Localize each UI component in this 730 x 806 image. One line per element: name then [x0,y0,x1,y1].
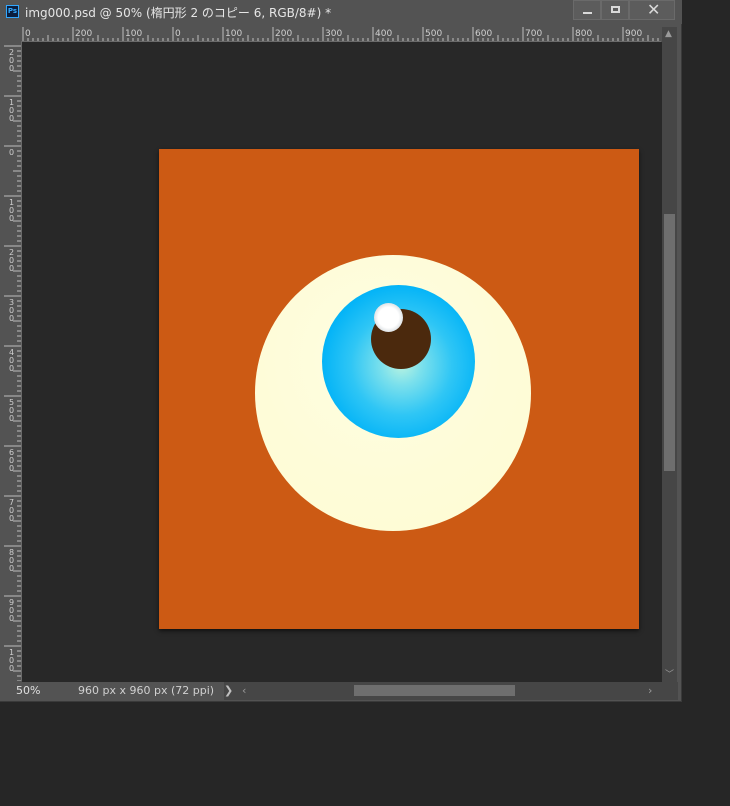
horizontal-scrollbar[interactable]: ‹ › [236,682,662,700]
vertical-scroll-thumb[interactable] [664,214,675,471]
scroll-right-icon[interactable]: › [648,682,652,700]
close-icon: ✕ [647,0,661,19]
ruler-label: 400 [375,29,392,39]
photoshop-app-icon: Ps [6,5,19,18]
close-button[interactable]: ✕ [629,0,675,20]
eye-highlight-ellipse [374,303,403,332]
document-canvas[interactable] [159,149,639,629]
ruler-label: 0 [9,114,14,123]
ruler-label: 0 [9,514,14,523]
document-window: Ps img000.psd @ 50% (楕円形 2 のコピー 6, RGB/8… [0,0,682,702]
ruler-label: 0 [9,664,14,673]
document-info[interactable]: 960 px x 960 px (72 ppi) [52,682,224,700]
scroll-down-icon[interactable]: ﹀ [665,667,674,680]
maximize-icon [611,6,620,13]
ruler-label: 500 [425,29,442,39]
status-bar: 50% 960 px x 960 px (72 ppi) ❯ ‹ › [0,682,678,700]
scroll-up-icon[interactable]: ▲ [665,29,672,39]
ruler-label: 600 [475,29,492,39]
ruler-label: 0 [9,464,14,473]
ruler-label: 0 [175,29,181,39]
ruler-label: 200 [75,29,92,39]
ruler-label: 0 [9,614,14,623]
ruler-label: 100 [125,29,142,39]
vertical-scrollbar[interactable]: ▲ ﹀ [662,27,677,682]
maximize-button[interactable] [601,0,629,20]
ruler-origin[interactable] [4,27,21,41]
scroll-left-icon[interactable]: ‹ [242,682,246,700]
ruler-label: 700 [525,29,542,39]
vertical-ruler-ticks: 2001000100200300400500600700800900100 [4,45,21,681]
horizontal-ruler[interactable]: 0 200 100 0 100 200 300 400 500 600 700 800 900 [21,27,661,42]
ruler-label: 0 [9,564,14,573]
vertical-ruler[interactable]: 2001000100200300400500600700800900100 [4,41,22,681]
ruler-label: 0 [9,214,14,223]
zoom-level-field[interactable]: 50% [0,682,52,700]
document-title: img000.psd @ 50% (楕円形 2 のコピー 6, RGB/8#) … [25,6,332,20]
minimize-button[interactable] [573,0,601,20]
horizontal-ruler-ticks: 0 200 100 0 100 200 300 400 500 600 700 800 900 [22,27,659,41]
ruler-label: 0 [9,314,14,323]
ruler-label: 100 [225,29,242,39]
ruler-label: 0 [9,414,14,423]
ruler-label: 900 [625,29,642,39]
ruler-label: 800 [575,29,592,39]
ruler-label: 0 [9,264,14,273]
ruler-label: 200 [275,29,292,39]
ruler-label: 0 [9,364,14,373]
ruler-label: 0 [9,64,14,73]
ruler-label: 300 [325,29,342,39]
horizontal-scroll-thumb[interactable] [354,685,515,696]
title-bar[interactable]: Ps img000.psd @ 50% (楕円形 2 のコピー 6, RGB/8… [0,0,682,24]
ruler-label: 0 [9,148,14,157]
ruler-label: 0 [25,29,31,39]
info-menu-arrow-icon[interactable]: ❯ [224,682,236,700]
minimize-icon [583,12,592,14]
canvas-area[interactable] [22,42,662,682]
